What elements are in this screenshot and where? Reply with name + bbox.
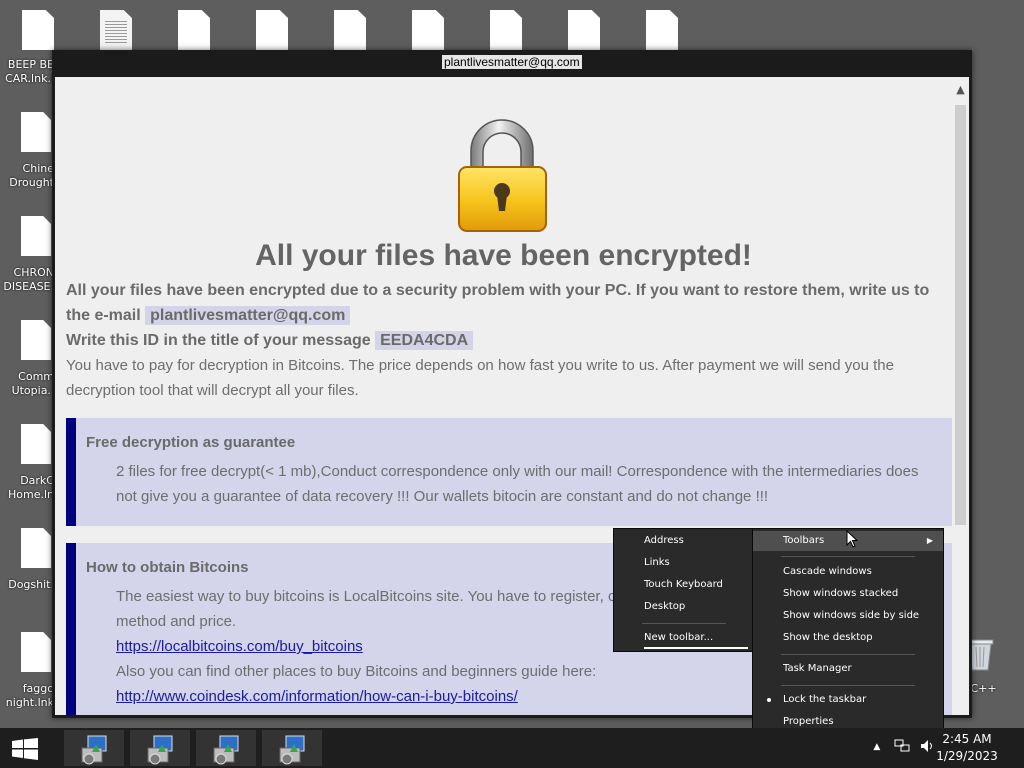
document-icon xyxy=(100,10,132,50)
menu-separator xyxy=(642,623,726,624)
checked-bullet-icon xyxy=(767,698,771,702)
desktop-label: Comm Utopia.l xyxy=(11,370,54,397)
taskbar-clock[interactable]: 2:45 AM 1/29/2023 xyxy=(932,731,1002,765)
desktop-label: Chine Drought xyxy=(9,162,54,189)
network-icon[interactable] xyxy=(894,739,910,753)
desktop-icon[interactable] xyxy=(256,10,296,54)
email-address: plantlivesmatter@qq.com xyxy=(145,306,351,325)
desktop-icon[interactable] xyxy=(490,10,530,54)
file-icon xyxy=(21,320,51,360)
vertical-scrollbar[interactable]: ▲ xyxy=(952,77,969,715)
guarantee-panel: Free decryption as guarantee 2 files for… xyxy=(66,418,953,526)
submenu-arrow-icon: ▶ xyxy=(926,536,933,545)
desktop-icon[interactable] xyxy=(334,10,374,54)
file-icon xyxy=(21,528,51,568)
desktop-label: Dogshit. xyxy=(8,578,54,591)
panel-body: 2 files for free decrypt(< 1 mb),Conduct… xyxy=(116,463,919,505)
taskbar-context-menu: Toolbars ▶ Cascade windows Show windows … xyxy=(752,528,944,736)
installer-icon xyxy=(279,735,305,765)
file-icon xyxy=(412,10,444,50)
desktop-label: faggo night.lnk xyxy=(5,682,54,709)
file-icon xyxy=(646,10,678,50)
taskbar: ▲ 2:45 AM 1/29/2023 xyxy=(0,728,1024,768)
file-icon xyxy=(178,10,210,50)
menu-separator xyxy=(781,556,915,557)
menu-item-touch-keyboard[interactable]: Touch Keyboard xyxy=(614,575,754,595)
clock-time: 2:45 AM xyxy=(942,732,992,746)
payment-text: You have to pay for decryption in Bitcoi… xyxy=(66,357,894,399)
chevron-up-icon[interactable]: ▲ xyxy=(873,742,880,752)
file-icon xyxy=(490,10,522,50)
installer-icon xyxy=(147,735,173,765)
padlock-icon xyxy=(458,119,547,232)
scroll-thumb[interactable] xyxy=(955,105,966,525)
toolbars-submenu: Address Links Touch Keyboard Desktop New… xyxy=(613,528,755,652)
system-tray: ▲ xyxy=(873,738,934,753)
menu-item-links[interactable]: Links xyxy=(614,553,754,573)
desktop-label: DarkC Home.ln xyxy=(7,474,54,501)
menu-item-stacked[interactable]: Show windows stacked xyxy=(753,584,943,604)
mouse-cursor-icon xyxy=(846,530,858,548)
localbitcoins-link[interactable]: https://localbitcoins.com/buy_bitcoins xyxy=(116,638,363,655)
coindesk-link[interactable]: http://www.coindesk.com/information/how-… xyxy=(116,688,518,705)
panel-title: How to obtain Bitcoins xyxy=(86,559,249,576)
taskbar-app-button[interactable] xyxy=(196,730,256,766)
intro-text: All your files have been encrypted due t… xyxy=(66,278,946,353)
menu-separator xyxy=(781,685,915,686)
installer-icon xyxy=(81,735,107,765)
menu-item-lock-taskbar[interactable]: Lock the taskbar xyxy=(753,690,943,710)
panel-title: Free decryption as guarantee xyxy=(86,434,296,451)
desktop-label: CHRON DISEASE. xyxy=(3,266,54,293)
taskbar-app-button[interactable] xyxy=(64,730,124,766)
menu-underline xyxy=(644,647,748,649)
file-icon xyxy=(568,10,600,50)
desktop-icon[interactable] xyxy=(178,10,218,54)
menu-item-cascade[interactable]: Cascade windows xyxy=(753,562,943,582)
desktop-icon[interactable] xyxy=(22,10,62,54)
menu-item-new-toolbar[interactable]: New toolbar... xyxy=(614,628,754,648)
file-icon xyxy=(21,632,51,672)
menu-separator xyxy=(781,654,915,655)
desktop-icon[interactable] xyxy=(646,10,686,54)
victim-id: EEDA4CDA xyxy=(375,331,474,350)
desktop-icon[interactable] xyxy=(568,10,608,54)
menu-item-desktop[interactable]: Desktop xyxy=(614,597,754,617)
window-title: plantlivesmatter@qq.com xyxy=(442,55,582,69)
desktop-label: BEEP BE CAR.lnk.l xyxy=(5,58,54,85)
menu-item-show-desktop[interactable]: Show the desktop xyxy=(753,628,943,648)
file-icon xyxy=(21,112,51,152)
menu-item-address[interactable]: Address xyxy=(614,531,754,551)
file-icon xyxy=(22,10,54,50)
desktop-icon[interactable] xyxy=(412,10,452,54)
file-icon xyxy=(21,216,51,256)
menu-item-task-manager[interactable]: Task Manager xyxy=(753,659,943,679)
installer-icon xyxy=(213,735,239,765)
scroll-up-icon[interactable]: ▲ xyxy=(952,83,969,97)
menu-item-label: Lock the taskbar xyxy=(783,694,867,705)
file-icon xyxy=(256,10,288,50)
file-icon xyxy=(334,10,366,50)
page-title: All your files have been encrypted! xyxy=(255,239,752,272)
file-icon xyxy=(21,424,51,464)
id-instruction: Write this ID in the title of your messa… xyxy=(66,332,371,349)
menu-item-label: Toolbars xyxy=(783,535,825,546)
start-button-icon[interactable] xyxy=(12,738,38,760)
clock-date: 1/29/2023 xyxy=(936,749,998,763)
menu-item-side-by-side[interactable]: Show windows side by side xyxy=(753,606,943,626)
taskbar-app-button[interactable] xyxy=(262,730,322,766)
desktop-icon[interactable] xyxy=(100,10,140,54)
taskbar-app-button[interactable] xyxy=(130,730,190,766)
